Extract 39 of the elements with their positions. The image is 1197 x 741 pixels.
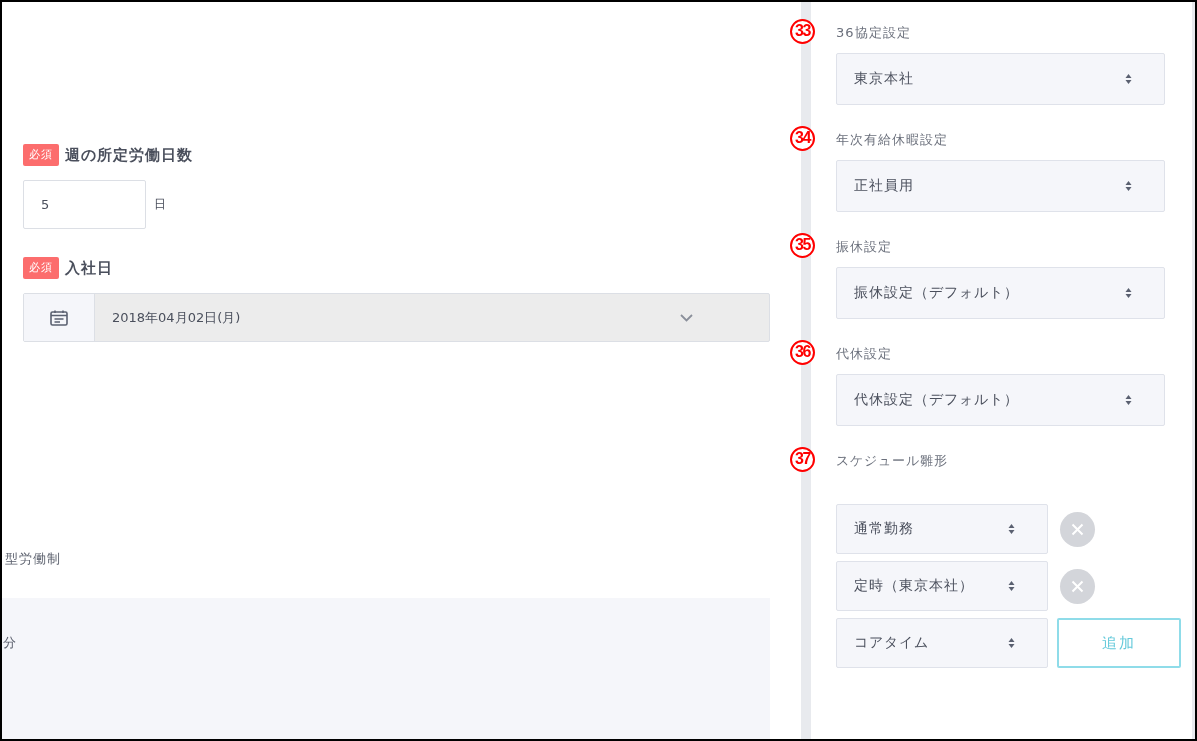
number-input[interactable]: 5 — [23, 180, 146, 229]
select-field[interactable]: 振休設定（デフォルト） — [836, 267, 1165, 319]
select-field[interactable]: 代休設定（デフォルト） — [836, 374, 1165, 426]
number-marker: 37 — [790, 446, 815, 472]
required-badge: 必須 — [23, 144, 59, 166]
select-field[interactable]: 定時（東京本社） — [836, 561, 1048, 611]
sort-icon — [1125, 287, 1132, 299]
unit-label: 日 — [154, 196, 166, 213]
setting-label: スケジュール雛形 — [836, 452, 948, 470]
remove-button[interactable] — [1060, 568, 1095, 604]
required-badge: 必須 — [23, 257, 59, 279]
sort-icon — [1008, 580, 1015, 592]
close-icon — [1071, 579, 1084, 593]
field-label: 週の所定労働日数 — [65, 145, 193, 165]
sort-icon — [1008, 523, 1015, 535]
sort-icon — [1125, 73, 1132, 85]
panel-text: 分 — [3, 634, 16, 652]
number-marker: 34 — [790, 125, 815, 151]
setting-label: 振休設定 — [836, 238, 892, 256]
select-field[interactable]: 東京本社 — [836, 53, 1165, 105]
number-marker: 33 — [790, 18, 815, 44]
setting-label: 年次有給休暇設定 — [836, 131, 948, 149]
option-label: 型労働制 — [4, 550, 62, 568]
select-field[interactable]: コアタイム — [836, 618, 1048, 668]
sort-icon — [1125, 394, 1132, 406]
setting-label: 36協定設定 — [836, 24, 911, 42]
setting-label: 代休設定 — [836, 345, 892, 363]
calendar-icon — [50, 309, 68, 326]
number-marker: 35 — [790, 232, 815, 258]
number-marker: 36 — [790, 339, 815, 365]
select-field[interactable]: 正社員用 — [836, 160, 1165, 212]
chevron-down-icon — [680, 313, 693, 322]
field-label: 入社日 — [65, 258, 113, 278]
remove-button[interactable] — [1060, 511, 1095, 547]
close-icon — [1071, 522, 1084, 536]
date-picker[interactable]: 2018年04月02日(月) — [23, 293, 770, 342]
sort-icon — [1008, 637, 1015, 649]
select-field[interactable]: 通常勤務 — [836, 504, 1048, 554]
sort-icon — [1125, 180, 1132, 192]
